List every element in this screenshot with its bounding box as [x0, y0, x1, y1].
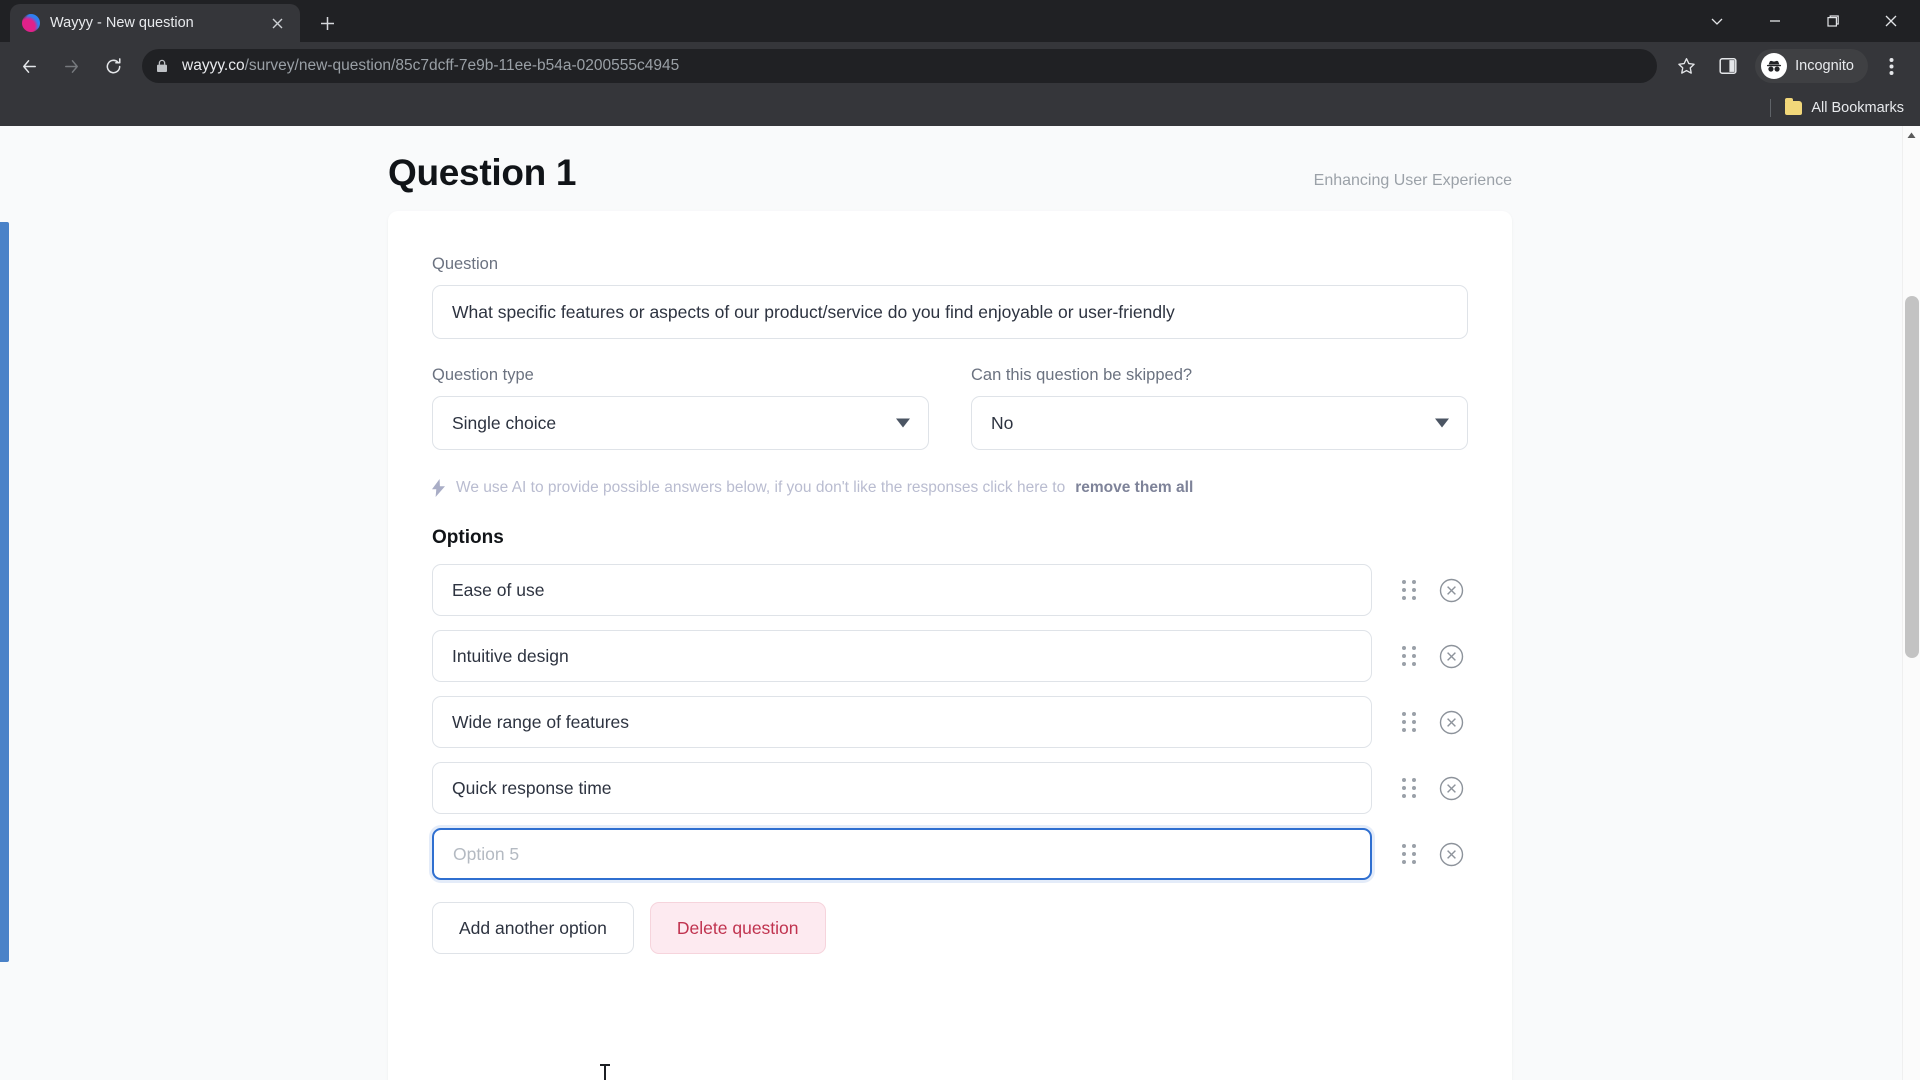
drag-handle-icon[interactable] [1386, 646, 1432, 666]
remove-all-options-link[interactable]: remove them all [1075, 479, 1193, 497]
three-dot-menu-icon[interactable] [1872, 47, 1910, 85]
browser-toolbar: wayyy.co/survey/new-question/85c7dcff-7e… [0, 42, 1920, 90]
browser-window: Wayyy - New question wayyy.co/survey/new… [0, 0, 1920, 1080]
arrow-right-icon[interactable] [52, 47, 90, 85]
circle-close-icon[interactable] [1434, 837, 1468, 871]
skippable-value: No [971, 396, 1468, 450]
ai-notice: We use AI to provide possible answers be… [432, 479, 1468, 497]
drag-handle-icon[interactable] [1386, 712, 1432, 732]
option-input-3[interactable] [432, 696, 1373, 748]
option-row [432, 630, 1468, 682]
survey-name-label: Enhancing User Experience [1313, 172, 1512, 189]
option-row [432, 696, 1468, 748]
drag-handle-icon[interactable] [1386, 844, 1432, 864]
option-row [432, 762, 1468, 814]
chevron-down-icon [1435, 418, 1449, 428]
option-input-5[interactable] [432, 828, 1373, 880]
question-type-label: Question type [432, 366, 534, 384]
delete-question-button[interactable]: Delete question [649, 902, 826, 954]
page-title: Question 1 [388, 152, 577, 193]
all-bookmarks-label: All Bookmarks [1811, 100, 1904, 116]
address-bar[interactable]: wayyy.co/survey/new-question/85c7dcff-7e… [142, 49, 1658, 83]
question-type-select[interactable]: Single choice [432, 396, 929, 450]
option-input-2[interactable] [432, 630, 1373, 682]
browser-tab[interactable]: Wayyy - New question [10, 4, 300, 42]
card-actions: Add another option Delete question [432, 902, 1468, 954]
drag-handle-icon[interactable] [1386, 778, 1432, 798]
question-settings-row: Question type Single choice Can this que… [432, 366, 1468, 450]
incognito-indicator[interactable]: Incognito [1755, 49, 1868, 83]
skippable-label: Can this question be skipped? [971, 366, 1193, 384]
ai-notice-text: We use AI to provide possible answers be… [456, 479, 1066, 496]
circle-close-icon[interactable] [1434, 705, 1468, 739]
folder-icon [1785, 98, 1803, 115]
circle-close-icon[interactable] [1434, 639, 1468, 673]
question-field-label: Question [432, 255, 499, 273]
question-editor-card: Question Question type Single choice Can… [388, 211, 1512, 1080]
drag-handle-icon[interactable] [1386, 580, 1432, 600]
circle-close-icon[interactable] [1434, 771, 1468, 805]
skippable-select[interactable]: No [971, 396, 1468, 450]
scrollbar-thumb[interactable] [1905, 296, 1919, 658]
address-bar-url: wayyy.co/survey/new-question/85c7dcff-7e… [182, 57, 679, 75]
wayyy-logo-icon [22, 14, 40, 32]
side-panel-icon[interactable] [1709, 47, 1747, 85]
option-input-4[interactable] [432, 762, 1373, 814]
restore-icon[interactable] [1804, 0, 1862, 42]
lightning-bolt-icon [432, 479, 446, 497]
page-scrollbar[interactable] [1902, 126, 1920, 1080]
incognito-icon [1761, 53, 1788, 79]
option-row [432, 564, 1468, 616]
url-path: /survey/new-question/85c7dcff-7e9b-11ee-… [244, 57, 680, 74]
close-icon[interactable] [266, 12, 288, 34]
new-tab-button[interactable] [310, 6, 344, 40]
window-controls [1688, 0, 1920, 42]
tab-strip: Wayyy - New question [0, 0, 1920, 42]
minimize-icon[interactable] [1746, 0, 1804, 42]
page-content: Question 1 Enhancing User Experience Que… [0, 126, 1902, 1080]
chevron-down-icon[interactable] [1688, 0, 1746, 42]
scroll-up-icon[interactable] [1903, 126, 1920, 144]
page-header: Question 1 Enhancing User Experience [388, 152, 1512, 194]
options-heading: Options [432, 527, 504, 548]
skippable-group: Can this question be skipped? No [971, 366, 1468, 450]
text-cursor [600, 1064, 610, 1080]
question-input[interactable] [432, 285, 1468, 339]
close-icon[interactable] [1862, 0, 1920, 42]
add-another-option-button[interactable]: Add another option [432, 902, 634, 954]
circle-close-icon[interactable] [1434, 573, 1468, 607]
reload-icon[interactable] [94, 47, 132, 85]
all-bookmarks-button[interactable]: All Bookmarks [1785, 98, 1904, 116]
bookmarks-divider [1770, 99, 1772, 117]
options-list [432, 564, 1468, 880]
option-row [432, 828, 1468, 880]
star-icon[interactable] [1667, 47, 1705, 85]
question-type-group: Question type Single choice [432, 366, 929, 450]
question-type-value: Single choice [432, 396, 929, 450]
option-input-1[interactable] [432, 564, 1373, 616]
incognito-label: Incognito [1795, 58, 1854, 74]
bookmarks-bar: All Bookmarks [0, 90, 1920, 126]
url-domain: wayyy.co [182, 57, 245, 74]
arrow-left-icon[interactable] [10, 47, 48, 85]
chevron-down-icon [896, 418, 910, 428]
left-accent-rail [0, 222, 9, 962]
page-viewport: Question 1 Enhancing User Experience Que… [0, 126, 1920, 1080]
tab-title: Wayyy - New question [50, 15, 194, 31]
lock-icon [156, 59, 170, 73]
